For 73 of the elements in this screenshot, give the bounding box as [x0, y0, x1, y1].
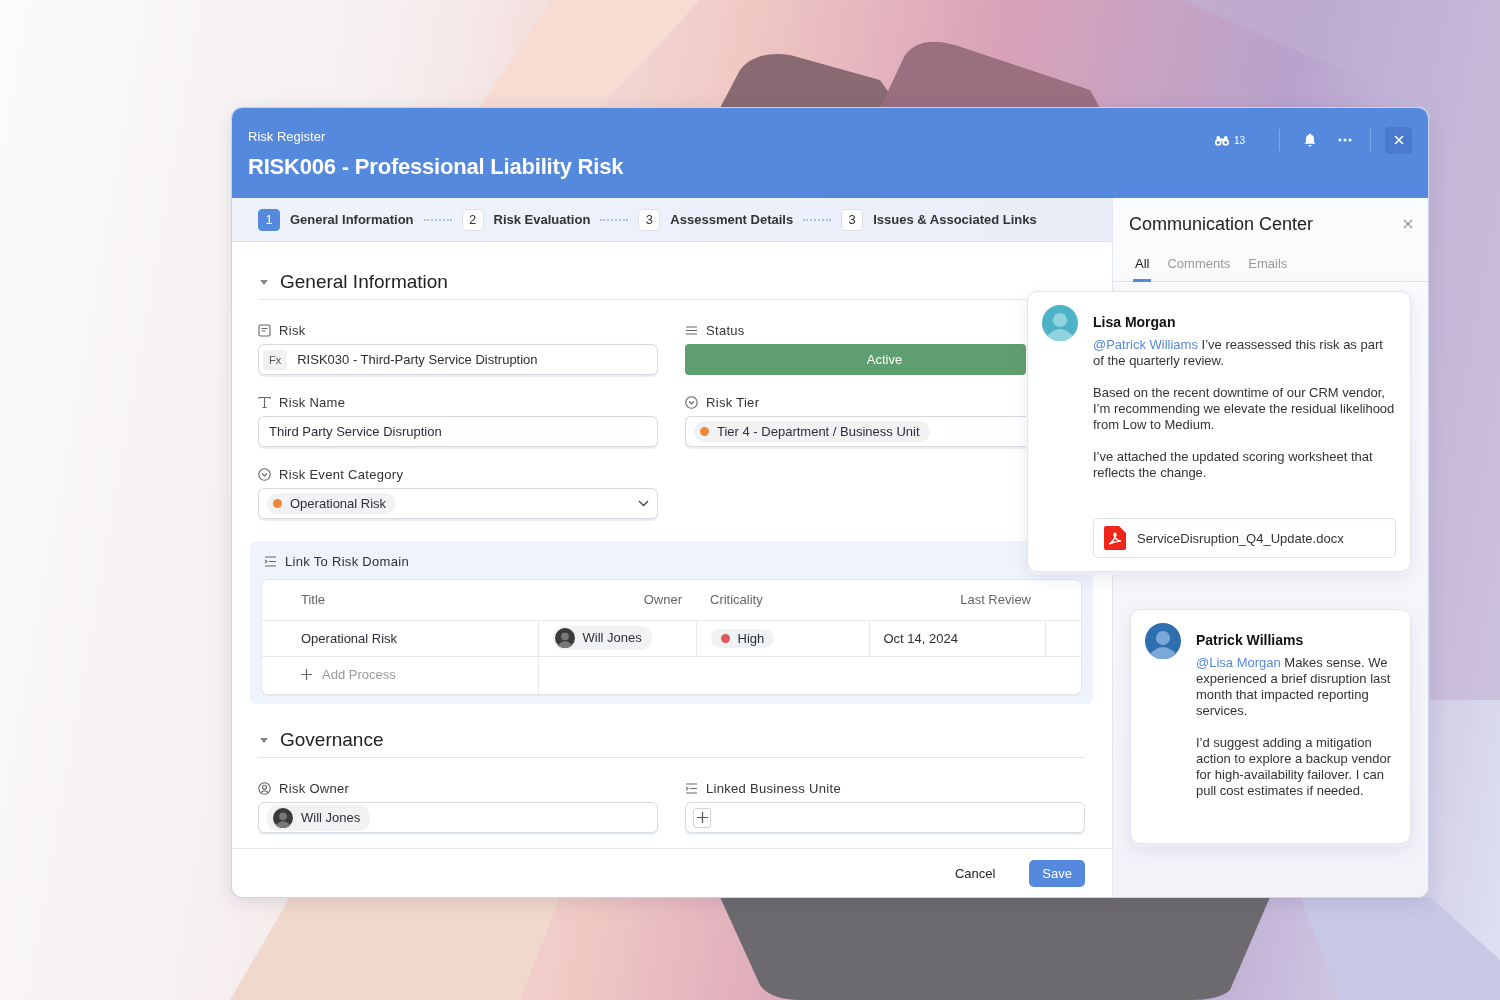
person-field[interactable]: Will Jones	[258, 802, 658, 833]
field-label: Linked Business Unite	[706, 780, 841, 796]
collapse-caret-icon[interactable]	[260, 737, 268, 743]
panel-tab[interactable]: All	[1133, 250, 1152, 282]
watcher-count: 13	[1233, 134, 1245, 146]
field-label: Risk Event Category	[279, 466, 404, 482]
field-label: Risk Name	[279, 394, 346, 410]
file-name: ServiceDisruption_Q4_Update.docx	[1137, 530, 1344, 546]
dropdown-field[interactable]: Operational Risk	[258, 488, 658, 519]
section-title: General Information	[280, 271, 448, 293]
comment-text: I’d suggest adding a mitigation action to explore a backup vendor for high-availability failover. I can pull cost estimates if needed.	[1196, 735, 1393, 799]
panel-title: Communication Center	[1129, 213, 1314, 235]
comment-text: @Patrick Williams I’ve reassessed this risk as part of the quarterly review.	[1093, 337, 1384, 369]
step-tab[interactable]: 3 Issues & Associated Links	[841, 208, 1037, 231]
field-label: Status	[706, 322, 745, 338]
person-name: Will Jones	[582, 630, 642, 645]
chevron-circle-icon	[258, 467, 271, 481]
field-label: Risk Tier	[706, 394, 760, 410]
close-icon	[1393, 135, 1404, 145]
chevron-down-icon	[638, 500, 649, 507]
comment-text: Based on the recent downtime of our CRM vendor, I’m recommending we elevate the residual likelihood from Low to Medium.	[1093, 385, 1396, 433]
avatar	[273, 807, 293, 828]
text-icon	[258, 395, 271, 409]
person-name: Will Jones	[301, 810, 361, 825]
user-circle-icon	[258, 781, 271, 795]
more-icon[interactable]	[1338, 138, 1352, 142]
text-field[interactable]: Third Party Service Disruption	[258, 416, 658, 447]
section-title: Governance	[280, 729, 384, 751]
comment-text: I’ve attached the updated scoring worksheet that reflects the change.	[1093, 449, 1374, 481]
avatar	[1145, 623, 1181, 659]
document-icon	[258, 323, 271, 337]
comment-text: @Lisa Morgan Makes sense. We experienced a brief disruption last month that impacted reporting services.	[1196, 655, 1392, 719]
plus-icon	[301, 669, 312, 681]
tag-label: Tier 4 - Department / Business Unit	[717, 424, 920, 439]
plus-icon	[696, 812, 708, 823]
column-header: Owner	[643, 592, 682, 608]
formula-field[interactable]: Fx RISK030 - Third-Party Service Distruption	[258, 344, 658, 375]
formula-tag: Fx	[263, 349, 288, 370]
bell-icon[interactable]	[1304, 133, 1316, 147]
record-title: RISK006 - Professional Liability Risk	[248, 154, 624, 180]
collapse-caret-icon[interactable]	[260, 279, 268, 285]
table-cell: Operational Risk	[262, 620, 538, 656]
attachment-chip[interactable]: ServiceDisruption_Q4_Update.docx	[1093, 518, 1396, 558]
select-field[interactable]: Tier 4 - Department / Business Unit	[685, 416, 1026, 447]
cancel-button[interactable]: Cancel	[941, 859, 1009, 887]
author-name: Patrick Williams	[1196, 632, 1305, 648]
author-name: Lisa Morgan	[1093, 314, 1177, 330]
link-field[interactable]	[685, 802, 1085, 833]
tag-label: High	[737, 630, 765, 646]
list-icon	[685, 323, 698, 337]
close-button[interactable]	[1385, 126, 1412, 154]
field-label: Risk Owner	[279, 780, 350, 796]
column-header: Criticality	[710, 592, 763, 608]
add-button[interactable]	[693, 807, 711, 828]
table-cell: Oct 14, 2024	[869, 620, 1045, 656]
link-icon	[685, 781, 698, 795]
link-icon	[264, 554, 277, 568]
column-header: Title	[301, 592, 326, 608]
field-label: Risk	[279, 322, 306, 338]
pdf-file-icon	[1104, 526, 1126, 550]
column-header: Last Review	[960, 592, 1031, 608]
panel-title: Link To Risk Domain	[285, 553, 409, 569]
binoculars-icon[interactable]	[1214, 134, 1229, 146]
mention-link[interactable]: @Lisa Morgan	[1196, 655, 1281, 670]
step-tab[interactable]: 2 Risk Evaluation	[461, 208, 591, 231]
tag-label: Operational Risk	[290, 496, 387, 511]
step-tab[interactable]: 1 General Information	[258, 208, 414, 231]
close-icon[interactable]	[1403, 219, 1413, 229]
avatar	[554, 627, 575, 648]
step-tab[interactable]: 3 Assessment Details	[638, 208, 794, 231]
chevron-circle-icon	[685, 395, 698, 409]
mention-link[interactable]: @Patrick Williams	[1093, 337, 1198, 352]
avatar	[1042, 305, 1078, 341]
